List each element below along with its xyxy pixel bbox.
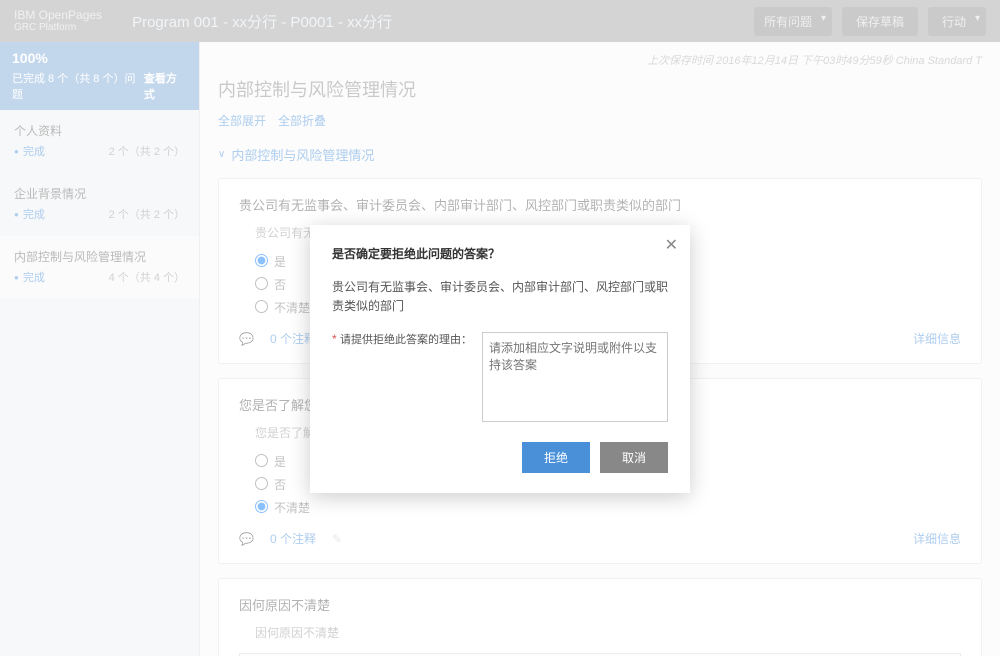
reject-reason-textarea[interactable]: [482, 332, 668, 422]
reject-button[interactable]: 拒绝: [522, 442, 590, 473]
close-icon[interactable]: ✕: [665, 235, 678, 255]
modal-label-wrap: * 请提供拒绝此答案的理由：: [332, 332, 472, 422]
modal-body: 贵公司有无监事会、审计委员会、内部审计部门、风控部门或职责类似的部门: [332, 278, 668, 316]
required-indicator: *: [332, 332, 337, 346]
modal-title: 是否确定要拒绝此问题的答案？: [332, 245, 668, 262]
modal-label: 请提供拒绝此答案的理由：: [340, 334, 472, 346]
cancel-button[interactable]: 取消: [600, 442, 668, 473]
reject-modal: ✕ 是否确定要拒绝此问题的答案？ 贵公司有无监事会、审计委员会、内部审计部门、风…: [310, 225, 690, 493]
modal-overlay: ✕ 是否确定要拒绝此问题的答案？ 贵公司有无监事会、审计委员会、内部审计部门、风…: [0, 0, 1000, 656]
